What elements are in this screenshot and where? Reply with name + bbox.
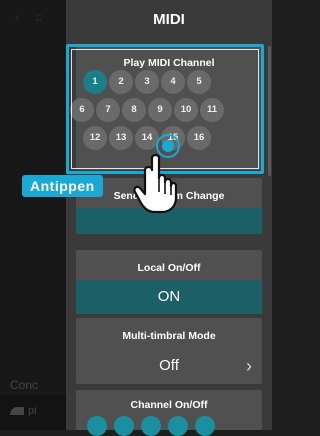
channel-on-off-label: Channel On/Off (130, 399, 208, 411)
tap-callout-label: Antippen (22, 175, 103, 197)
local-on-off-card: Local On/Off ON (76, 250, 262, 314)
channel-toggle[interactable] (141, 416, 161, 436)
local-on-off-label: Local On/Off (137, 262, 201, 274)
page-title: MIDI (153, 11, 185, 28)
multi-timbral-mode-label: Multi-timbral Mode (122, 330, 216, 342)
background-dim-overlay (0, 0, 66, 430)
multi-timbral-mode-value[interactable]: Off (76, 354, 262, 378)
channel-toggle[interactable] (195, 416, 215, 436)
tap-indicator (162, 140, 174, 152)
channel-toggle[interactable] (87, 416, 107, 436)
multi-timbral-mode-card[interactable]: Multi-timbral Mode Off › (76, 318, 262, 384)
channel-toggle[interactable] (168, 416, 188, 436)
hand-pointer-icon (133, 153, 178, 214)
channel-toggle[interactable] (114, 416, 134, 436)
chevron-right-icon[interactable]: › (246, 356, 252, 377)
local-on-off-toggle[interactable]: ON (76, 280, 262, 314)
scrollbar[interactable] (268, 46, 271, 176)
